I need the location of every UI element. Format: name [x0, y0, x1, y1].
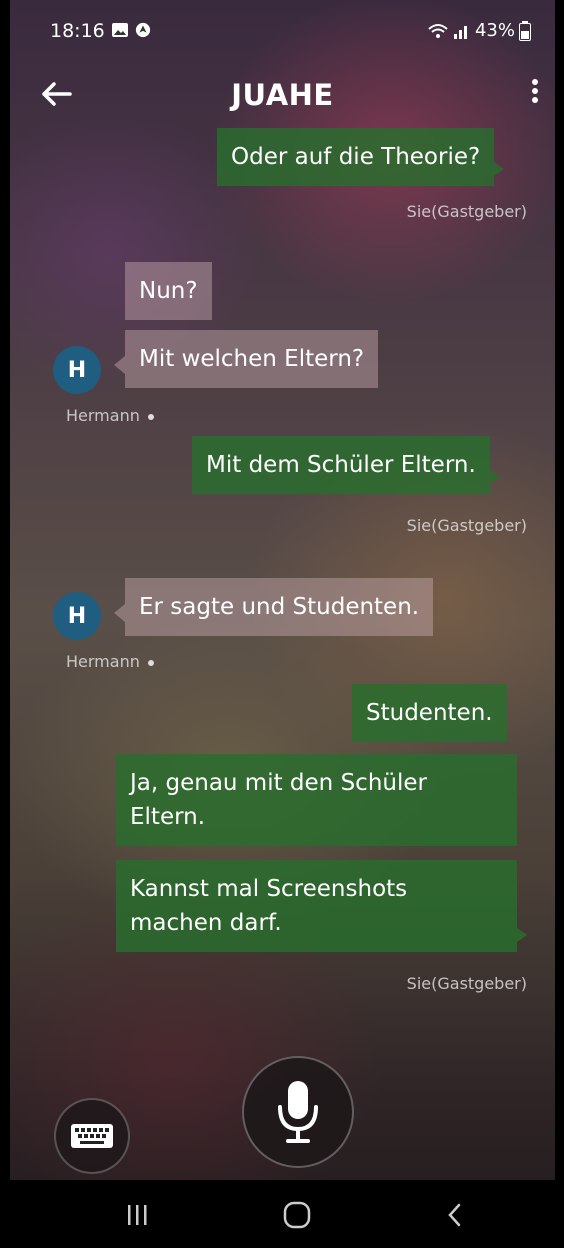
- message-bubble-outgoing[interactable]: Kannst mal Screenshots machen darf.: [116, 860, 527, 952]
- message-text: Kannst mal Screenshots machen darf.: [130, 876, 408, 936]
- message-text: Mit welchen Eltern?: [139, 346, 365, 372]
- keyboard-icon: [71, 1124, 113, 1148]
- sender-name: Hermann: [66, 406, 154, 425]
- avatar-letter: H: [67, 357, 87, 383]
- sender-label: Sie(Gastgeber): [406, 974, 527, 993]
- online-dot-icon: [147, 413, 154, 420]
- message-bubble-outgoing[interactable]: Studenten.: [352, 684, 507, 742]
- message-bubble-outgoing[interactable]: Mit dem Schüler Eltern.: [192, 436, 500, 494]
- status-right-group: 43%: [427, 20, 531, 41]
- avatar[interactable]: H: [53, 592, 101, 640]
- battery-icon: [519, 20, 531, 41]
- wifi-icon: [428, 23, 448, 38]
- sender-label: Sie(Gastgeber): [406, 516, 527, 535]
- status-time: 18:16: [50, 20, 105, 42]
- message-bubble-incoming[interactable]: Nun?: [125, 262, 212, 320]
- more-options-icon[interactable]: [525, 76, 545, 116]
- app-screen: 18:16 43% JUAHE Oder auf die Theorie? Si…: [10, 0, 555, 1248]
- gallery-icon: [112, 23, 128, 37]
- back-icon[interactable]: [435, 1200, 475, 1230]
- sender-label: Sie(Gastgeber): [406, 202, 527, 221]
- message-bubble-incoming[interactable]: Mit welchen Eltern?: [113, 330, 379, 388]
- message-text: Nun?: [139, 278, 198, 304]
- message-bubble-outgoing[interactable]: Oder auf die Theorie?: [217, 128, 505, 186]
- battery-percent: 43%: [474, 20, 515, 41]
- chat-header: JUAHE: [10, 70, 555, 126]
- status-bar: 18:16 43%: [10, 0, 555, 64]
- page-title: JUAHE: [231, 78, 334, 112]
- message-bubble-outgoing[interactable]: Ja, genau mit den Schüler Eltern.: [116, 754, 517, 846]
- message-text: Oder auf die Theorie?: [231, 144, 481, 170]
- online-dot-icon: [147, 659, 154, 666]
- system-nav-bar: [10, 1180, 555, 1248]
- sender-name: Hermann: [66, 652, 154, 671]
- avatar[interactable]: H: [53, 346, 101, 394]
- navigation-app-icon: [135, 22, 151, 38]
- sender-name-text: Hermann: [66, 652, 140, 671]
- message-text: Ja, genau mit den Schüler Eltern.: [130, 770, 427, 830]
- sender-name-text: Hermann: [66, 406, 140, 425]
- message-text: Studenten.: [366, 700, 493, 726]
- message-bubble-incoming[interactable]: Er sagte und Studenten.: [113, 578, 434, 636]
- home-icon[interactable]: [277, 1200, 317, 1230]
- message-text: Er sagte und Studenten.: [139, 594, 420, 620]
- signal-icon: [453, 25, 467, 39]
- microphone-button[interactable]: [242, 1056, 354, 1168]
- keyboard-button[interactable]: [54, 1098, 130, 1174]
- recents-icon[interactable]: [117, 1200, 157, 1230]
- message-text: Mit dem Schüler Eltern.: [206, 452, 476, 478]
- avatar-letter: H: [67, 603, 87, 629]
- microphone-icon: [278, 1081, 318, 1143]
